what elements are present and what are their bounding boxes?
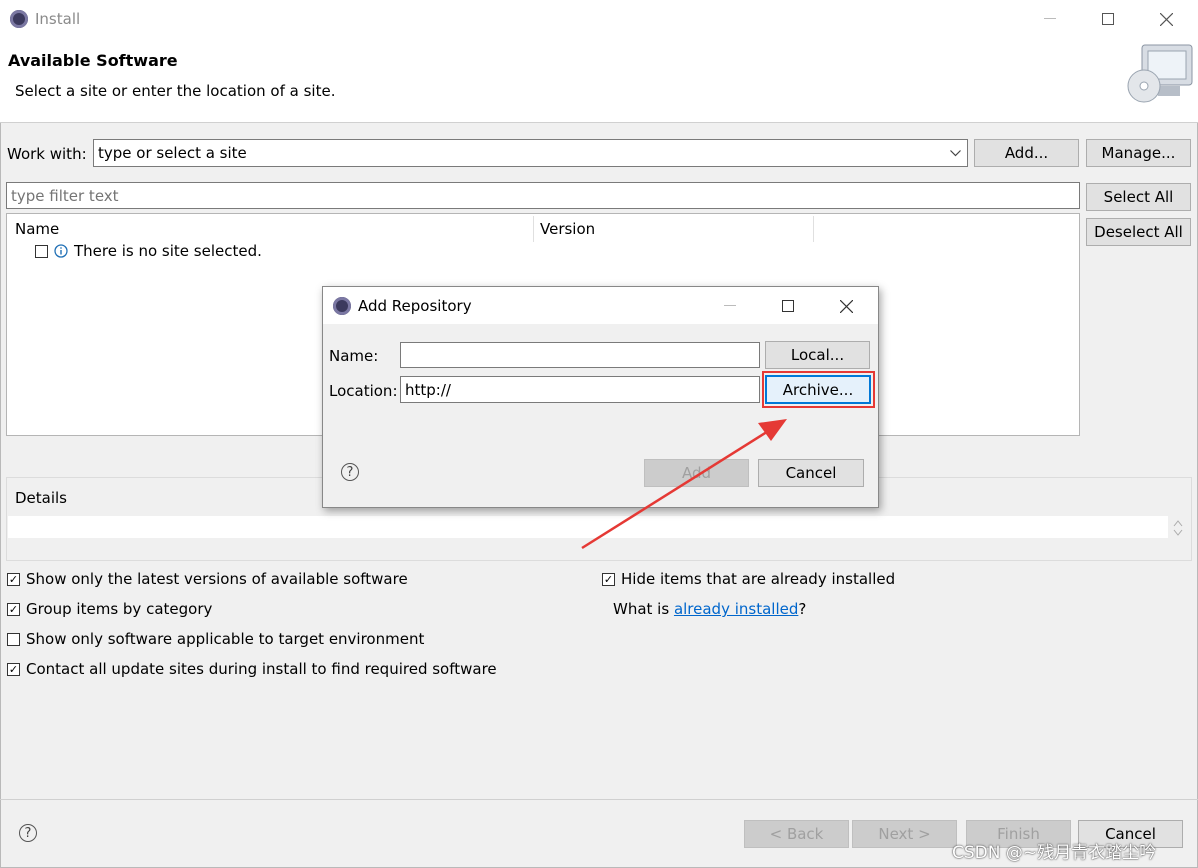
what-is-suffix: ? — [798, 600, 807, 618]
dialog-cancel-button[interactable]: Cancel — [758, 459, 864, 487]
manage-button[interactable]: Manage... — [1086, 139, 1191, 167]
deselect-all-button[interactable]: Deselect All — [1086, 218, 1191, 246]
help-icon[interactable]: ? — [341, 463, 359, 481]
eclipse-icon — [333, 297, 351, 315]
back-button[interactable]: < Back — [744, 820, 849, 848]
add-site-button[interactable]: Add... — [974, 139, 1079, 167]
location-field[interactable]: http:// — [400, 376, 760, 403]
window-title: Install — [35, 10, 81, 28]
option-group-by-category[interactable]: ✓ Group items by category — [7, 600, 212, 618]
maximize-icon — [1102, 13, 1114, 25]
column-divider — [813, 216, 814, 242]
add-button[interactable]: Add — [644, 459, 749, 487]
details-text — [8, 516, 1168, 538]
location-value: http:// — [405, 380, 451, 399]
maximize-button[interactable] — [1085, 0, 1131, 38]
dialog-minimize-button[interactable] — [707, 287, 753, 325]
eclipse-icon — [10, 10, 28, 28]
option-label: Group items by category — [26, 600, 213, 618]
work-with-value: type or select a site — [98, 144, 247, 162]
option-latest-versions[interactable]: ✓ Show only the latest versions of avail… — [7, 570, 408, 588]
name-field[interactable] — [400, 342, 760, 368]
row-name: There is no site selected. — [74, 242, 262, 260]
help-icon[interactable]: ? — [19, 824, 37, 842]
dialog-close-button[interactable] — [823, 287, 869, 325]
footer-divider — [0, 799, 1198, 800]
already-installed-link[interactable]: already installed — [674, 600, 798, 618]
work-with-combo[interactable]: type or select a site — [93, 139, 968, 167]
option-target-environment[interactable]: Show only software applicable to target … — [7, 630, 424, 648]
column-divider — [533, 216, 534, 242]
column-header-version[interactable]: Version — [540, 220, 595, 238]
checkbox[interactable]: ✓ — [602, 572, 615, 586]
table-row[interactable]: There is no site selected. — [35, 242, 262, 260]
filter-input[interactable] — [6, 182, 1080, 209]
wizard-header: Available Software Select a site or ente… — [0, 38, 1198, 123]
checkbox[interactable]: ✓ — [7, 572, 20, 586]
page-subtitle: Select a site or enter the location of a… — [15, 82, 336, 100]
minimize-icon — [1044, 18, 1056, 19]
option-label: Show only the latest versions of availab… — [26, 570, 408, 588]
details-label: Details — [12, 489, 71, 507]
close-button[interactable] — [1143, 0, 1189, 38]
option-contact-update-sites[interactable]: ✓ Contact all update sites during instal… — [7, 660, 497, 678]
dialog-title: Add Repository — [358, 297, 472, 315]
chevron-down-icon — [950, 150, 961, 157]
minimize-button[interactable] — [1027, 0, 1073, 38]
what-is-prefix: What is — [613, 600, 674, 618]
option-hide-installed[interactable]: ✓ Hide items that are already installed — [602, 570, 895, 588]
option-label: Contact all update sites during install … — [26, 660, 497, 678]
close-icon — [1159, 12, 1173, 26]
checkbox[interactable]: ✓ — [7, 602, 20, 616]
option-label: Show only software applicable to target … — [26, 630, 425, 648]
checkbox[interactable] — [7, 632, 20, 646]
row-checkbox[interactable] — [35, 244, 48, 258]
page-title: Available Software — [8, 51, 178, 70]
name-label: Name: — [329, 347, 379, 365]
work-with-label: Work with: — [7, 145, 87, 163]
checkbox[interactable]: ✓ — [7, 662, 20, 676]
title-bar: Install — [0, 0, 1198, 38]
dialog-title-bar: Add Repository — [323, 287, 878, 324]
local-button[interactable]: Local... — [765, 341, 870, 369]
archive-button[interactable]: Archive... — [765, 375, 871, 404]
option-label: Hide items that are already installed — [621, 570, 896, 588]
column-header-name[interactable]: Name — [15, 220, 59, 238]
install-banner-icon — [1127, 44, 1193, 103]
watermark-text: CSDN @~残月青衣踏尘吟 — [952, 843, 1157, 863]
maximize-icon — [782, 300, 794, 312]
select-all-button[interactable]: Select All — [1086, 183, 1191, 211]
add-repository-dialog: Add Repository Name: Local... Location: … — [322, 286, 879, 508]
what-is-installed: What is already installed? — [613, 600, 806, 618]
next-button[interactable]: Next > — [852, 820, 957, 848]
dialog-maximize-button[interactable] — [765, 287, 811, 325]
scroll-arrows-icon[interactable] — [1172, 519, 1184, 537]
info-icon — [54, 244, 68, 258]
close-icon — [839, 299, 853, 313]
location-label: Location: — [329, 382, 398, 400]
minimize-icon — [724, 305, 736, 306]
